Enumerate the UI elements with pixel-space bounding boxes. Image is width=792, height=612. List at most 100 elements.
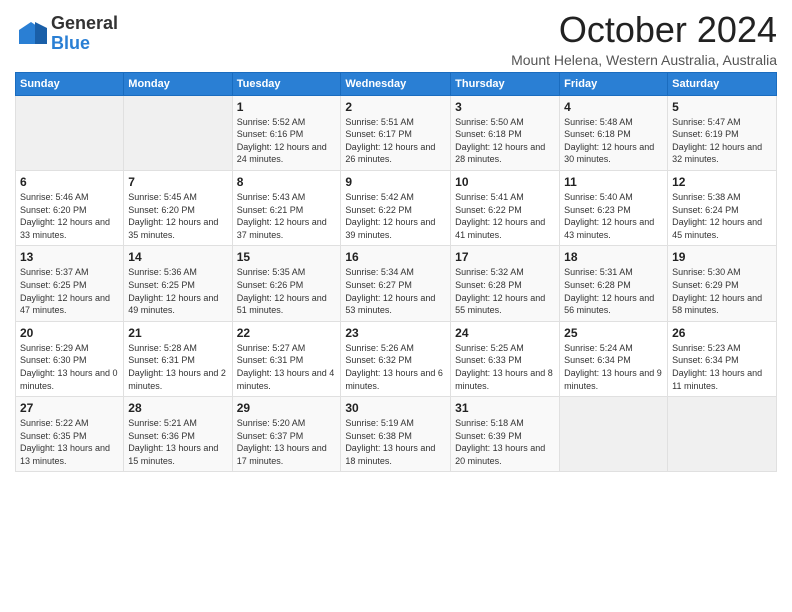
day-cell-3-6: 26 Sunrise: 5:23 AMSunset: 6:34 PMDaylig… [668,321,777,396]
day-number: 18 [564,250,663,264]
day-info: Sunrise: 5:47 AMSunset: 6:19 PMDaylight:… [672,117,762,165]
day-number: 7 [128,175,227,189]
calendar-body: 1 Sunrise: 5:52 AMSunset: 6:16 PMDayligh… [16,95,777,472]
logo-text: General Blue [51,14,118,54]
week-row-3: 20 Sunrise: 5:29 AMSunset: 6:30 PMDaylig… [16,321,777,396]
day-number: 5 [672,100,772,114]
day-info: Sunrise: 5:30 AMSunset: 6:29 PMDaylight:… [672,267,762,315]
day-number: 20 [20,326,119,340]
day-number: 11 [564,175,663,189]
day-cell-1-3: 9 Sunrise: 5:42 AMSunset: 6:22 PMDayligh… [341,170,451,245]
day-info: Sunrise: 5:20 AMSunset: 6:37 PMDaylight:… [237,418,327,466]
day-cell-2-1: 14 Sunrise: 5:36 AMSunset: 6:25 PMDaylig… [124,246,232,321]
day-info: Sunrise: 5:37 AMSunset: 6:25 PMDaylight:… [20,267,110,315]
day-info: Sunrise: 5:50 AMSunset: 6:18 PMDaylight:… [455,117,545,165]
day-cell-3-3: 23 Sunrise: 5:26 AMSunset: 6:32 PMDaylig… [341,321,451,396]
day-info: Sunrise: 5:34 AMSunset: 6:27 PMDaylight:… [345,267,435,315]
day-cell-2-2: 15 Sunrise: 5:35 AMSunset: 6:26 PMDaylig… [232,246,341,321]
day-cell-4-0: 27 Sunrise: 5:22 AMSunset: 6:35 PMDaylig… [16,397,124,472]
day-info: Sunrise: 5:31 AMSunset: 6:28 PMDaylight:… [564,267,654,315]
header-thursday: Thursday [451,72,560,95]
day-info: Sunrise: 5:46 AMSunset: 6:20 PMDaylight:… [20,192,110,240]
day-number: 30 [345,401,446,415]
day-cell-1-0: 6 Sunrise: 5:46 AMSunset: 6:20 PMDayligh… [16,170,124,245]
day-number: 22 [237,326,337,340]
day-number: 9 [345,175,446,189]
day-info: Sunrise: 5:48 AMSunset: 6:18 PMDaylight:… [564,117,654,165]
day-cell-1-6: 12 Sunrise: 5:38 AMSunset: 6:24 PMDaylig… [668,170,777,245]
header-row-days: Sunday Monday Tuesday Wednesday Thursday… [16,72,777,95]
location-title: Mount Helena, Western Australia, Austral… [511,52,777,68]
day-cell-0-3: 2 Sunrise: 5:51 AMSunset: 6:17 PMDayligh… [341,95,451,170]
day-cell-3-4: 24 Sunrise: 5:25 AMSunset: 6:33 PMDaylig… [451,321,560,396]
day-number: 10 [455,175,555,189]
day-info: Sunrise: 5:38 AMSunset: 6:24 PMDaylight:… [672,192,762,240]
month-title: October 2024 [511,10,777,50]
day-cell-1-2: 8 Sunrise: 5:43 AMSunset: 6:21 PMDayligh… [232,170,341,245]
day-number: 31 [455,401,555,415]
day-info: Sunrise: 5:36 AMSunset: 6:25 PMDaylight:… [128,267,218,315]
calendar-table: Sunday Monday Tuesday Wednesday Thursday… [15,72,777,473]
day-number: 17 [455,250,555,264]
day-info: Sunrise: 5:28 AMSunset: 6:31 PMDaylight:… [128,343,226,391]
day-info: Sunrise: 5:52 AMSunset: 6:16 PMDaylight:… [237,117,327,165]
day-cell-4-5 [560,397,668,472]
day-number: 24 [455,326,555,340]
header-tuesday: Tuesday [232,72,341,95]
day-cell-0-0 [16,95,124,170]
header-sunday: Sunday [16,72,124,95]
header-monday: Monday [124,72,232,95]
week-row-2: 13 Sunrise: 5:37 AMSunset: 6:25 PMDaylig… [16,246,777,321]
day-cell-3-5: 25 Sunrise: 5:24 AMSunset: 6:34 PMDaylig… [560,321,668,396]
day-number: 25 [564,326,663,340]
day-info: Sunrise: 5:27 AMSunset: 6:31 PMDaylight:… [237,343,335,391]
day-cell-3-0: 20 Sunrise: 5:29 AMSunset: 6:30 PMDaylig… [16,321,124,396]
calendar-header: Sunday Monday Tuesday Wednesday Thursday… [16,72,777,95]
day-info: Sunrise: 5:51 AMSunset: 6:17 PMDaylight:… [345,117,435,165]
day-cell-0-5: 4 Sunrise: 5:48 AMSunset: 6:18 PMDayligh… [560,95,668,170]
day-info: Sunrise: 5:21 AMSunset: 6:36 PMDaylight:… [128,418,218,466]
day-info: Sunrise: 5:29 AMSunset: 6:30 PMDaylight:… [20,343,118,391]
day-cell-3-1: 21 Sunrise: 5:28 AMSunset: 6:31 PMDaylig… [124,321,232,396]
day-number: 6 [20,175,119,189]
day-info: Sunrise: 5:42 AMSunset: 6:22 PMDaylight:… [345,192,435,240]
day-info: Sunrise: 5:41 AMSunset: 6:22 PMDaylight:… [455,192,545,240]
day-info: Sunrise: 5:45 AMSunset: 6:20 PMDaylight:… [128,192,218,240]
day-cell-4-6 [668,397,777,472]
day-cell-4-3: 30 Sunrise: 5:19 AMSunset: 6:38 PMDaylig… [341,397,451,472]
day-cell-4-2: 29 Sunrise: 5:20 AMSunset: 6:37 PMDaylig… [232,397,341,472]
day-info: Sunrise: 5:40 AMSunset: 6:23 PMDaylight:… [564,192,654,240]
header-row: General Blue October 2024 Mount Helena, … [15,10,777,68]
day-cell-4-4: 31 Sunrise: 5:18 AMSunset: 6:39 PMDaylig… [451,397,560,472]
day-number: 15 [237,250,337,264]
logo-icon [15,18,47,50]
day-cell-0-4: 3 Sunrise: 5:50 AMSunset: 6:18 PMDayligh… [451,95,560,170]
day-number: 12 [672,175,772,189]
header-friday: Friday [560,72,668,95]
week-row-1: 6 Sunrise: 5:46 AMSunset: 6:20 PMDayligh… [16,170,777,245]
day-cell-4-1: 28 Sunrise: 5:21 AMSunset: 6:36 PMDaylig… [124,397,232,472]
day-cell-1-1: 7 Sunrise: 5:45 AMSunset: 6:20 PMDayligh… [124,170,232,245]
day-cell-0-1 [124,95,232,170]
day-info: Sunrise: 5:22 AMSunset: 6:35 PMDaylight:… [20,418,110,466]
day-number: 4 [564,100,663,114]
day-number: 29 [237,401,337,415]
day-number: 28 [128,401,227,415]
day-number: 3 [455,100,555,114]
day-cell-3-2: 22 Sunrise: 5:27 AMSunset: 6:31 PMDaylig… [232,321,341,396]
day-number: 19 [672,250,772,264]
day-cell-1-4: 10 Sunrise: 5:41 AMSunset: 6:22 PMDaylig… [451,170,560,245]
day-cell-2-0: 13 Sunrise: 5:37 AMSunset: 6:25 PMDaylig… [16,246,124,321]
page-container: General Blue October 2024 Mount Helena, … [0,0,792,482]
day-number: 26 [672,326,772,340]
day-info: Sunrise: 5:43 AMSunset: 6:21 PMDaylight:… [237,192,327,240]
day-cell-0-6: 5 Sunrise: 5:47 AMSunset: 6:19 PMDayligh… [668,95,777,170]
day-cell-2-4: 17 Sunrise: 5:32 AMSunset: 6:28 PMDaylig… [451,246,560,321]
day-cell-1-5: 11 Sunrise: 5:40 AMSunset: 6:23 PMDaylig… [560,170,668,245]
header-wednesday: Wednesday [341,72,451,95]
day-info: Sunrise: 5:24 AMSunset: 6:34 PMDaylight:… [564,343,662,391]
day-number: 2 [345,100,446,114]
day-number: 21 [128,326,227,340]
day-info: Sunrise: 5:18 AMSunset: 6:39 PMDaylight:… [455,418,545,466]
logo-blue-text: Blue [51,34,118,54]
